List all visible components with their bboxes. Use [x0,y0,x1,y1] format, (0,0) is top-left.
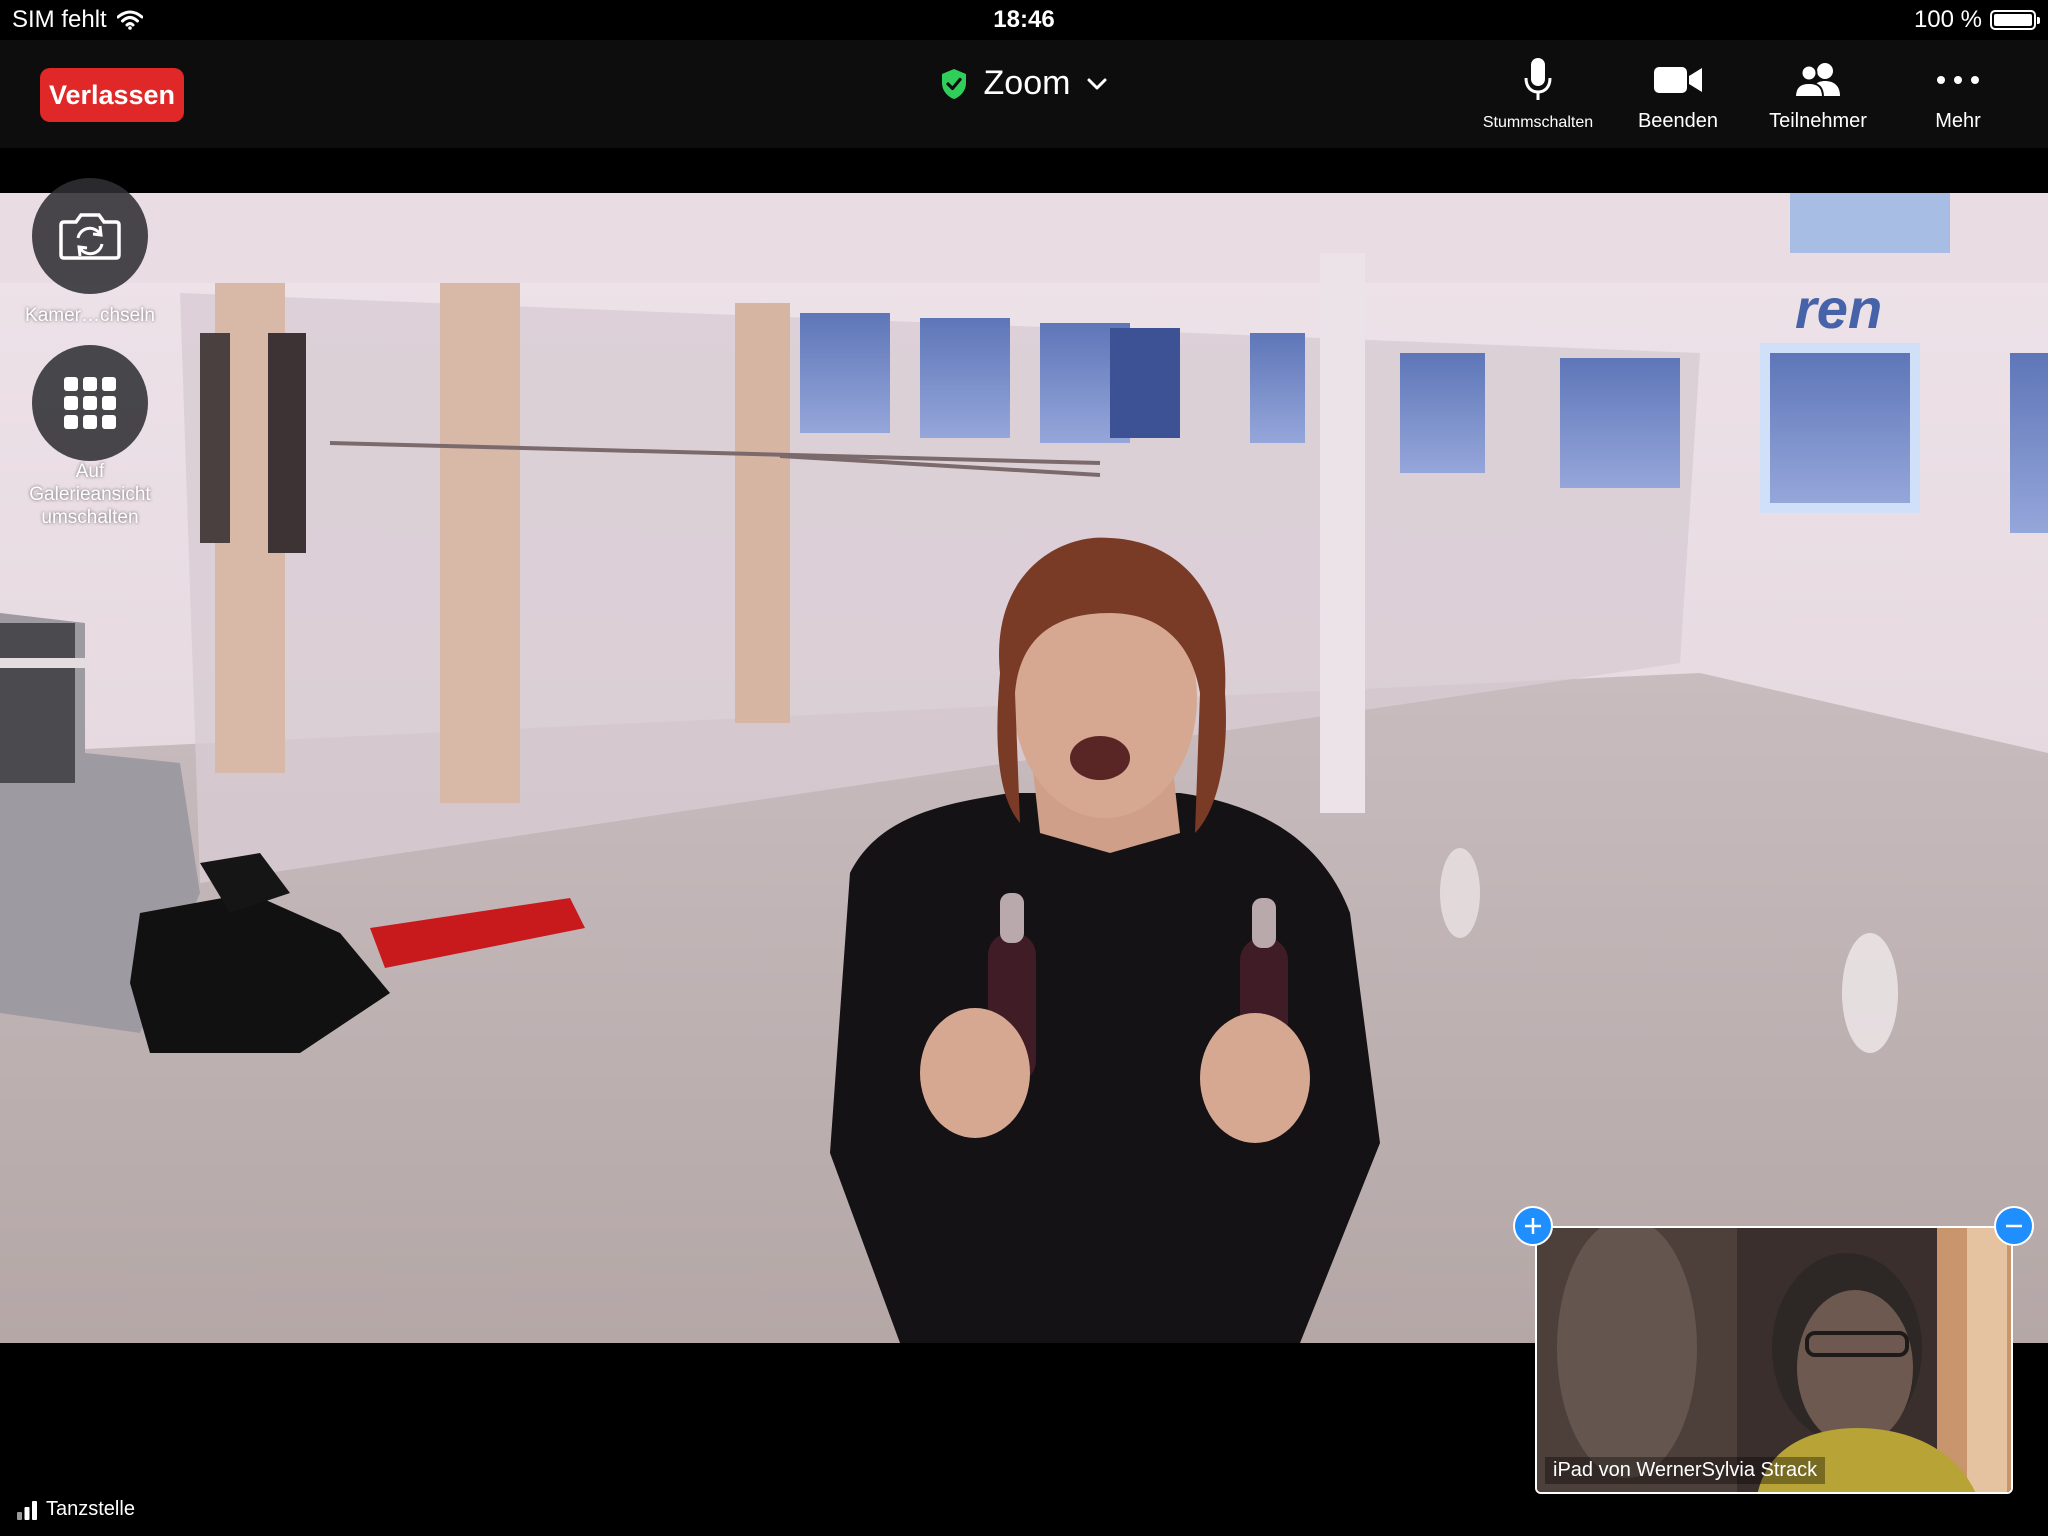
minimize-self-view-button[interactable] [1994,1206,2034,1246]
gallery-label-line: Galerieansicht [29,484,151,505]
gallery-view-label: Auf Galerieansicht umschalten [4,460,176,529]
participants-button[interactable]: Teilnehmer [1748,54,1888,133]
more-label: Mehr [1935,110,1981,132]
gallery-view-button[interactable] [32,345,148,461]
clock: 18:46 [993,6,1055,33]
active-speaker-name: Tanzstelle [46,1498,135,1520]
active-speaker-video: ren [0,193,2048,1343]
dance-studio-scene: ren [0,193,2048,1343]
toolbar-actions: Stummschalten Beenden Teilnehmer Mehr [1468,54,2028,133]
battery-percent: 100 % [1913,6,1982,33]
signal-bars-icon [17,1500,37,1520]
self-view-name: iPad von WernerSylvia Strack [1545,1457,1826,1484]
minus-icon [2006,1224,2022,1228]
participants-icon [1793,63,1840,98]
camera-switch-icon [59,213,121,260]
video-camera-icon [1654,67,1702,93]
self-view-scene [1537,1228,2011,1492]
studio-sign-text: ren [1795,277,1882,340]
self-view-video[interactable]: iPad von WernerSylvia Strack [1535,1226,2013,1494]
plus-icon [1525,1218,1541,1234]
more-dots-icon [1937,76,1979,84]
stop-video-label: Beenden [1637,110,1719,132]
chevron-down-icon [1087,78,1107,89]
grid-icon [64,377,116,429]
microphone-icon [1524,58,1552,100]
shield-check-icon [941,68,966,99]
battery-status: 100 % [1913,6,2040,34]
stop-video-button[interactable]: Beenden [1608,54,1748,133]
expand-self-view-button[interactable] [1513,1206,1553,1246]
switch-camera-button[interactable] [32,178,148,294]
switch-camera-label: Kamer…chseln [25,305,155,326]
meeting-title: Zoom [983,64,1071,102]
gallery-label-line: umschalten [41,507,139,528]
gallery-label-line: Auf [75,461,105,482]
status-bar: SIM fehlt 18:46 100 % [0,0,2048,40]
battery-icon [1990,10,2040,30]
mute-label: Stummschalten [1482,114,1594,131]
participants-label: Teilnehmer [1769,110,1867,132]
more-button[interactable]: Mehr [1888,54,2028,133]
mute-button[interactable]: Stummschalten [1468,54,1608,133]
active-speaker-indicator: Tanzstelle [16,1498,135,1521]
meeting-toolbar: Verlassen Zoom Stummschalten Beenden Tei… [0,40,2048,148]
